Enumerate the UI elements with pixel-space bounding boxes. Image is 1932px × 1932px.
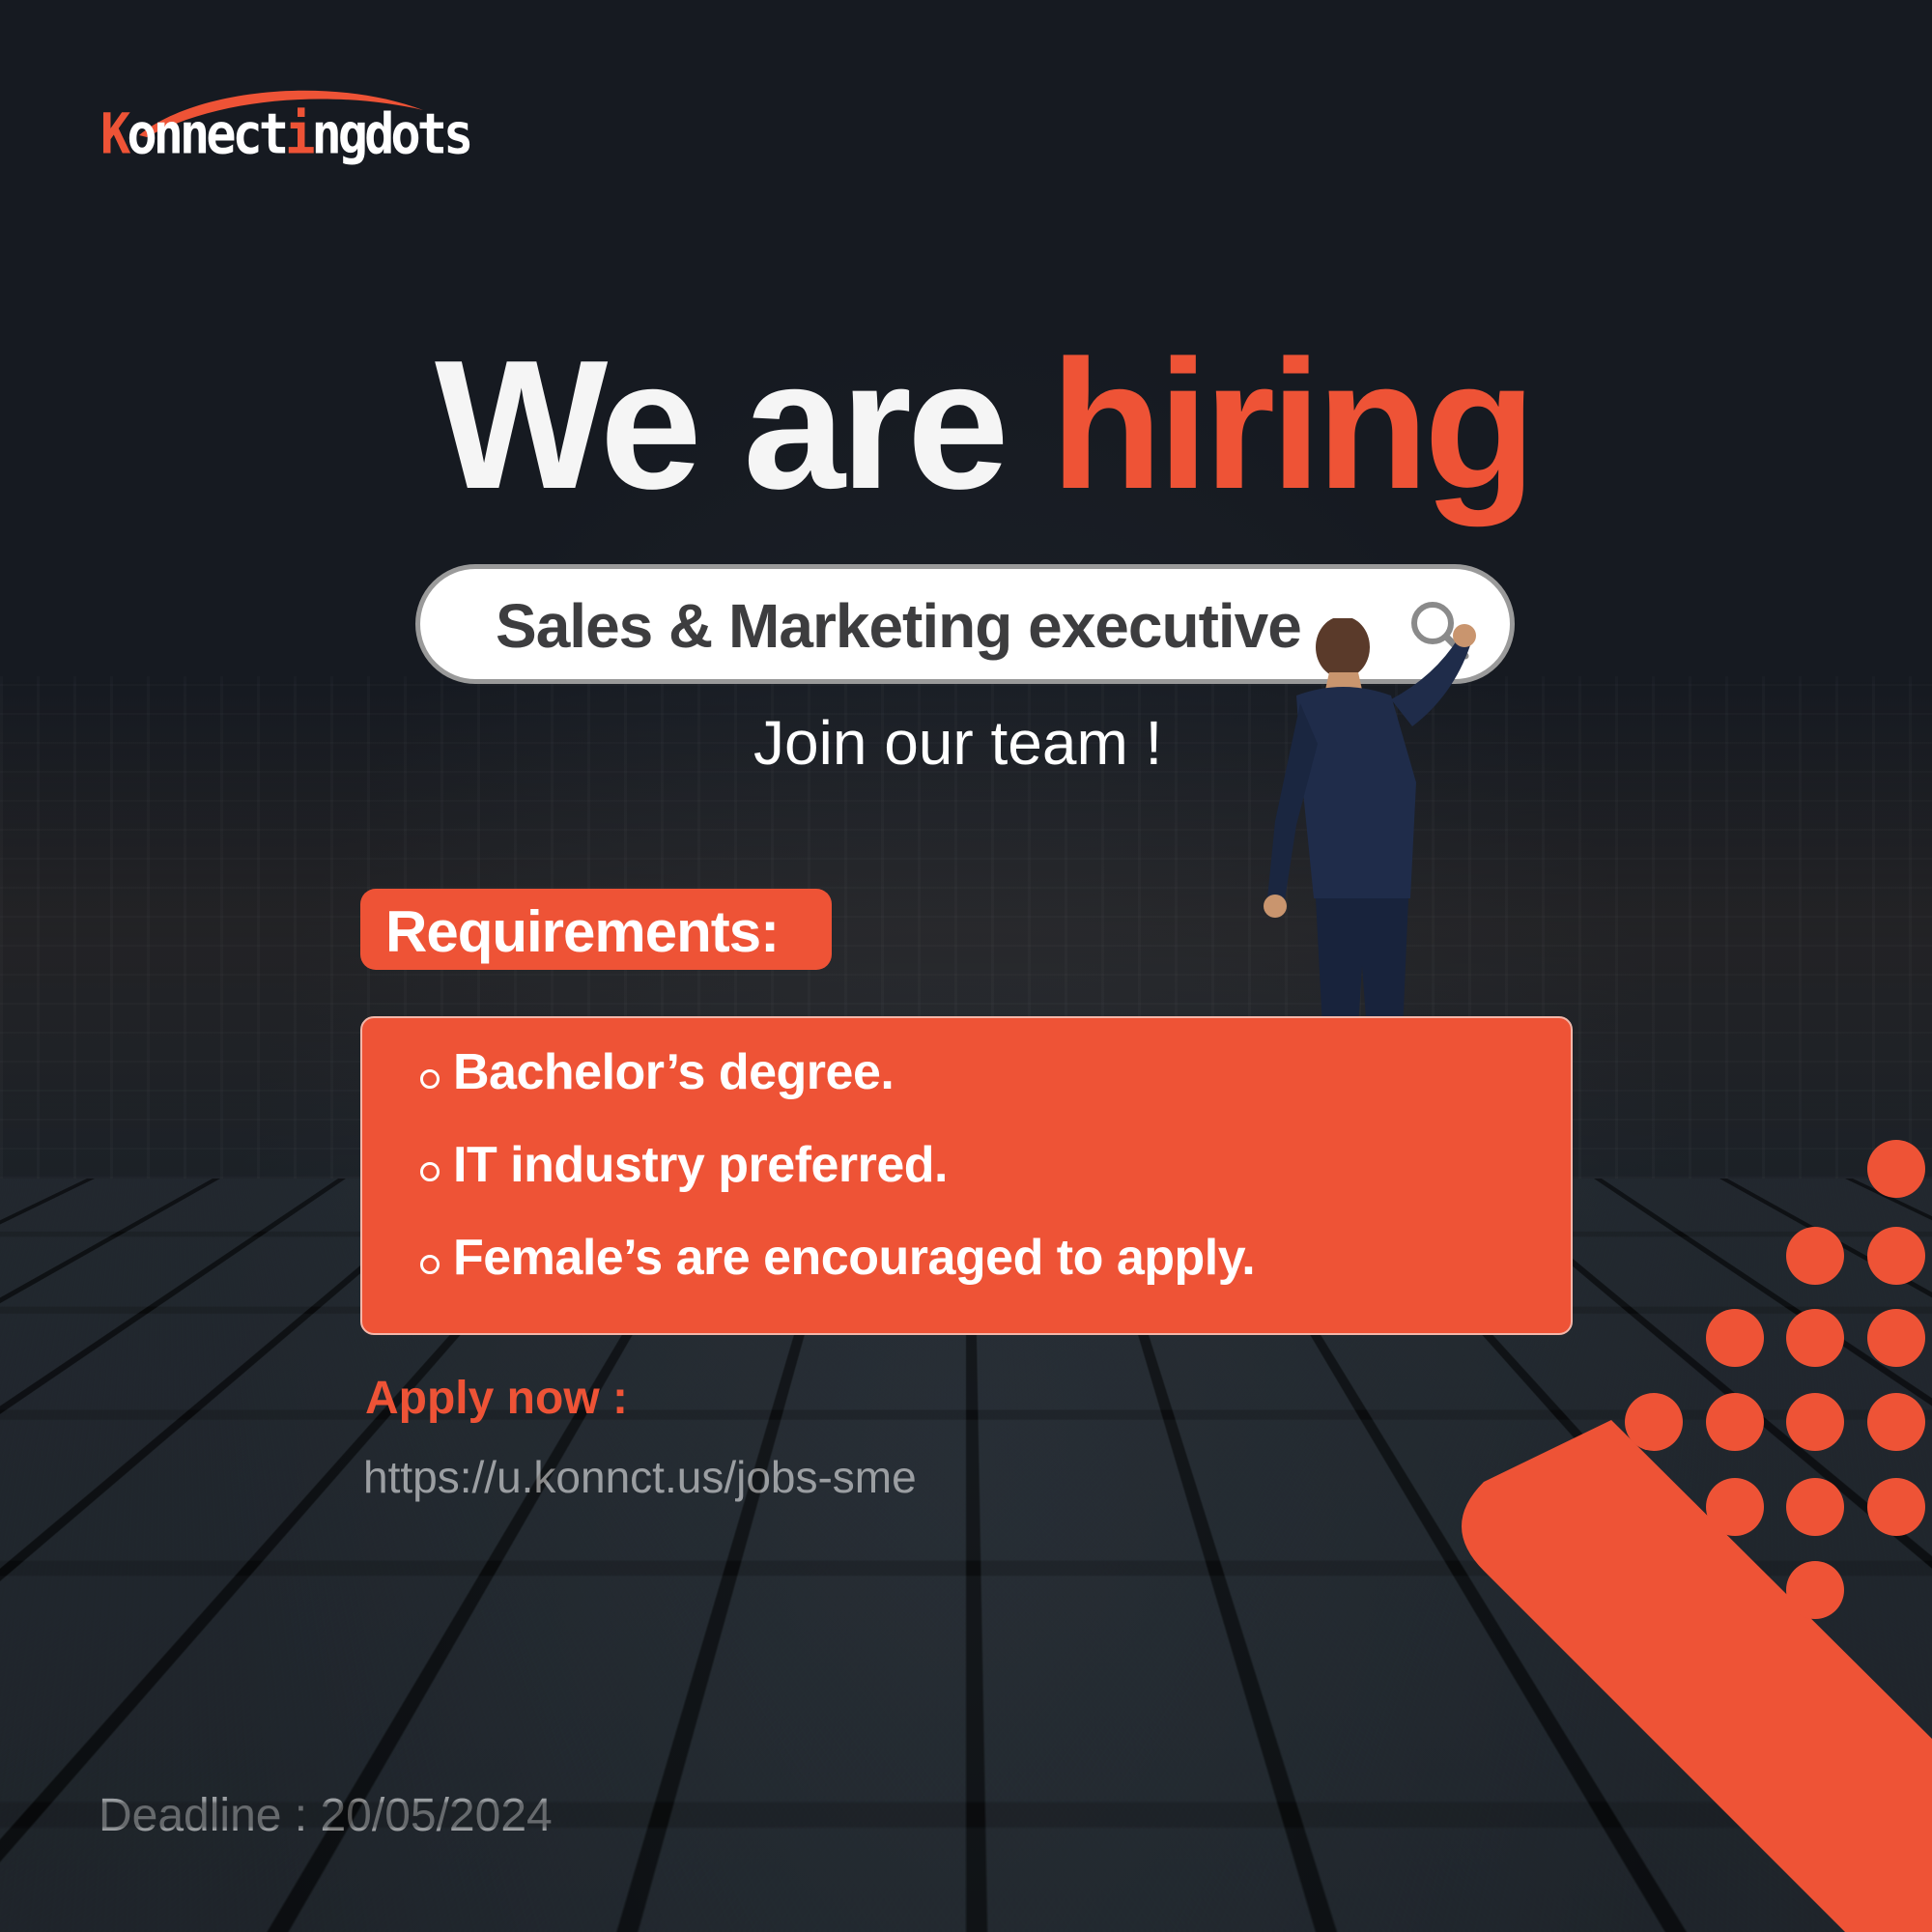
brand-logo: Konnectingdots (100, 90, 506, 180)
apply-now-label: Apply now : (365, 1373, 628, 1424)
apply-link[interactable]: https://u.konnct.us/jobs-sme (363, 1451, 917, 1503)
requirements-label: Requirements: (385, 899, 780, 964)
headline-orange: hiring (1050, 323, 1536, 527)
requirement-text: Female’s are encouraged to apply. (453, 1230, 1256, 1286)
requirement-text: Bachelor’s degree. (453, 1044, 895, 1100)
headline-white: We are (435, 323, 1009, 527)
logo-letter-i: i (285, 102, 315, 168)
bullet-icon (420, 1254, 440, 1274)
logo-wordmark: Konnectingdots (100, 102, 473, 168)
list-item: Bachelor’s degree. (420, 1043, 895, 1111)
headline: We are hiring (435, 333, 1642, 536)
deadline-text: Deadline : 20/05/2024 (99, 1790, 553, 1841)
search-query-text: Sales & Marketing executive (496, 591, 1302, 661)
decorative-dots-and-stripe (1462, 1140, 1932, 1932)
logo-part-1: onnect (127, 102, 289, 168)
logo-letter-k: K (100, 102, 130, 168)
bullet-icon (420, 1161, 440, 1181)
requirement-text: IT industry preferred. (453, 1137, 949, 1193)
requirements-badge: Requirements: (360, 889, 832, 970)
tagline: Join our team ! (753, 708, 1163, 778)
logo-part-2: ngdots (311, 102, 473, 168)
requirements-list: Bachelor’s degree. IT industry preferred… (360, 1016, 1573, 1335)
list-item: IT industry preferred. (420, 1136, 949, 1204)
list-item: Female’s are encouraged to apply. (420, 1229, 1256, 1296)
bullet-icon (420, 1068, 440, 1089)
